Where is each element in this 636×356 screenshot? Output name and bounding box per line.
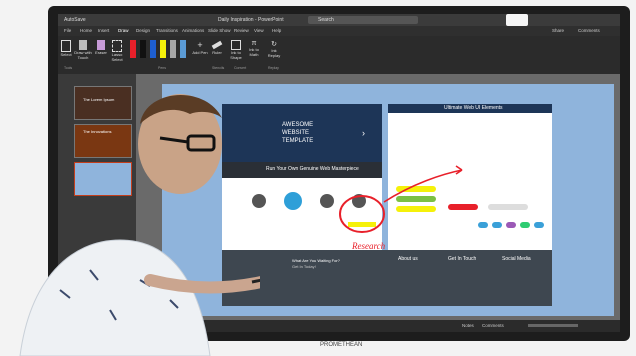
- pen-gray[interactable]: [170, 40, 176, 58]
- comment-icon[interactable]: [506, 14, 528, 26]
- presenter-head: [138, 94, 222, 194]
- group-replay: Replay: [268, 66, 279, 70]
- ink-to-shape-button[interactable]: Ink to Shape: [228, 40, 244, 60]
- tab-view[interactable]: View: [254, 26, 264, 36]
- notes-button[interactable]: Notes: [462, 320, 474, 332]
- select-tool[interactable]: Select: [60, 40, 72, 57]
- ink-replay-button[interactable]: ↻ Ink Replay: [266, 40, 282, 58]
- highlighter-yellow[interactable]: [160, 40, 166, 58]
- lasso-label: Lasso Select: [111, 52, 123, 62]
- ink-replay-label: Ink Replay: [267, 48, 281, 58]
- ruler-label: Ruler: [212, 50, 222, 55]
- lasso-tool[interactable]: Lasso Select: [110, 40, 124, 62]
- tab-file[interactable]: File: [64, 26, 71, 36]
- ink-shape-label: Ink to Shape: [230, 50, 242, 60]
- group-pens: Pens: [158, 66, 166, 70]
- search-placeholder: Search: [318, 17, 334, 23]
- brand-logo: PROMETHEAN: [320, 342, 363, 348]
- status-comments-button[interactable]: Comments: [482, 320, 504, 332]
- ruler-button[interactable]: Ruler: [210, 40, 224, 55]
- tab-design[interactable]: Design: [136, 26, 150, 36]
- search-box[interactable]: Search: [308, 16, 418, 24]
- pen-blue[interactable]: [150, 40, 156, 58]
- share-button[interactable]: Share: [552, 26, 564, 36]
- draw-touch-tool[interactable]: Draw with Touch: [74, 40, 92, 60]
- tab-animations[interactable]: Animations: [182, 26, 204, 36]
- ink-math-label: Ink to Math: [249, 47, 259, 57]
- tab-transitions[interactable]: Transitions: [156, 26, 178, 36]
- ink-to-math-button[interactable]: π Ink to Math: [246, 40, 262, 57]
- ribbon: Select Draw with Touch Eraser Lasso Sele…: [58, 36, 620, 75]
- group-stencils: Stencils: [212, 66, 225, 70]
- draw-touch-label: Draw with Touch: [74, 50, 92, 60]
- tab-insert[interactable]: Insert: [98, 26, 109, 36]
- annotation-text: Research: [351, 241, 386, 251]
- title-bar: AutoSave Daily Inspiration - PowerPoint …: [58, 14, 620, 26]
- eraser-label: Eraser: [95, 50, 107, 55]
- zoom-slider[interactable]: [528, 324, 578, 327]
- pen-light-blue[interactable]: [180, 40, 186, 58]
- group-tools: Tools: [64, 66, 73, 70]
- tab-help[interactable]: Help: [272, 26, 281, 36]
- select-label: Select: [60, 52, 72, 57]
- tab-home[interactable]: Home: [80, 26, 92, 36]
- comments-button[interactable]: Comments: [578, 26, 600, 36]
- thumbnail-1-title: The Lorem Ipsum: [83, 97, 115, 102]
- group-convert: Convert: [234, 66, 247, 70]
- add-pen-label: Add Pen: [192, 50, 208, 55]
- tab-slide-show[interactable]: Slide Show: [208, 26, 231, 36]
- pen-red[interactable]: [130, 40, 136, 58]
- pen-black[interactable]: [140, 40, 146, 58]
- thumbnail-2-title: The Innovations: [83, 129, 112, 134]
- autosave-label[interactable]: AutoSave: [64, 14, 86, 26]
- tab-review[interactable]: Review: [234, 26, 249, 36]
- document-title: Daily Inspiration - PowerPoint: [218, 17, 284, 23]
- add-pen-button[interactable]: + Add Pen: [192, 40, 208, 55]
- ribbon-tabs: File Home Insert Draw Design Transitions…: [58, 26, 620, 37]
- eraser-tool[interactable]: Eraser: [94, 40, 108, 55]
